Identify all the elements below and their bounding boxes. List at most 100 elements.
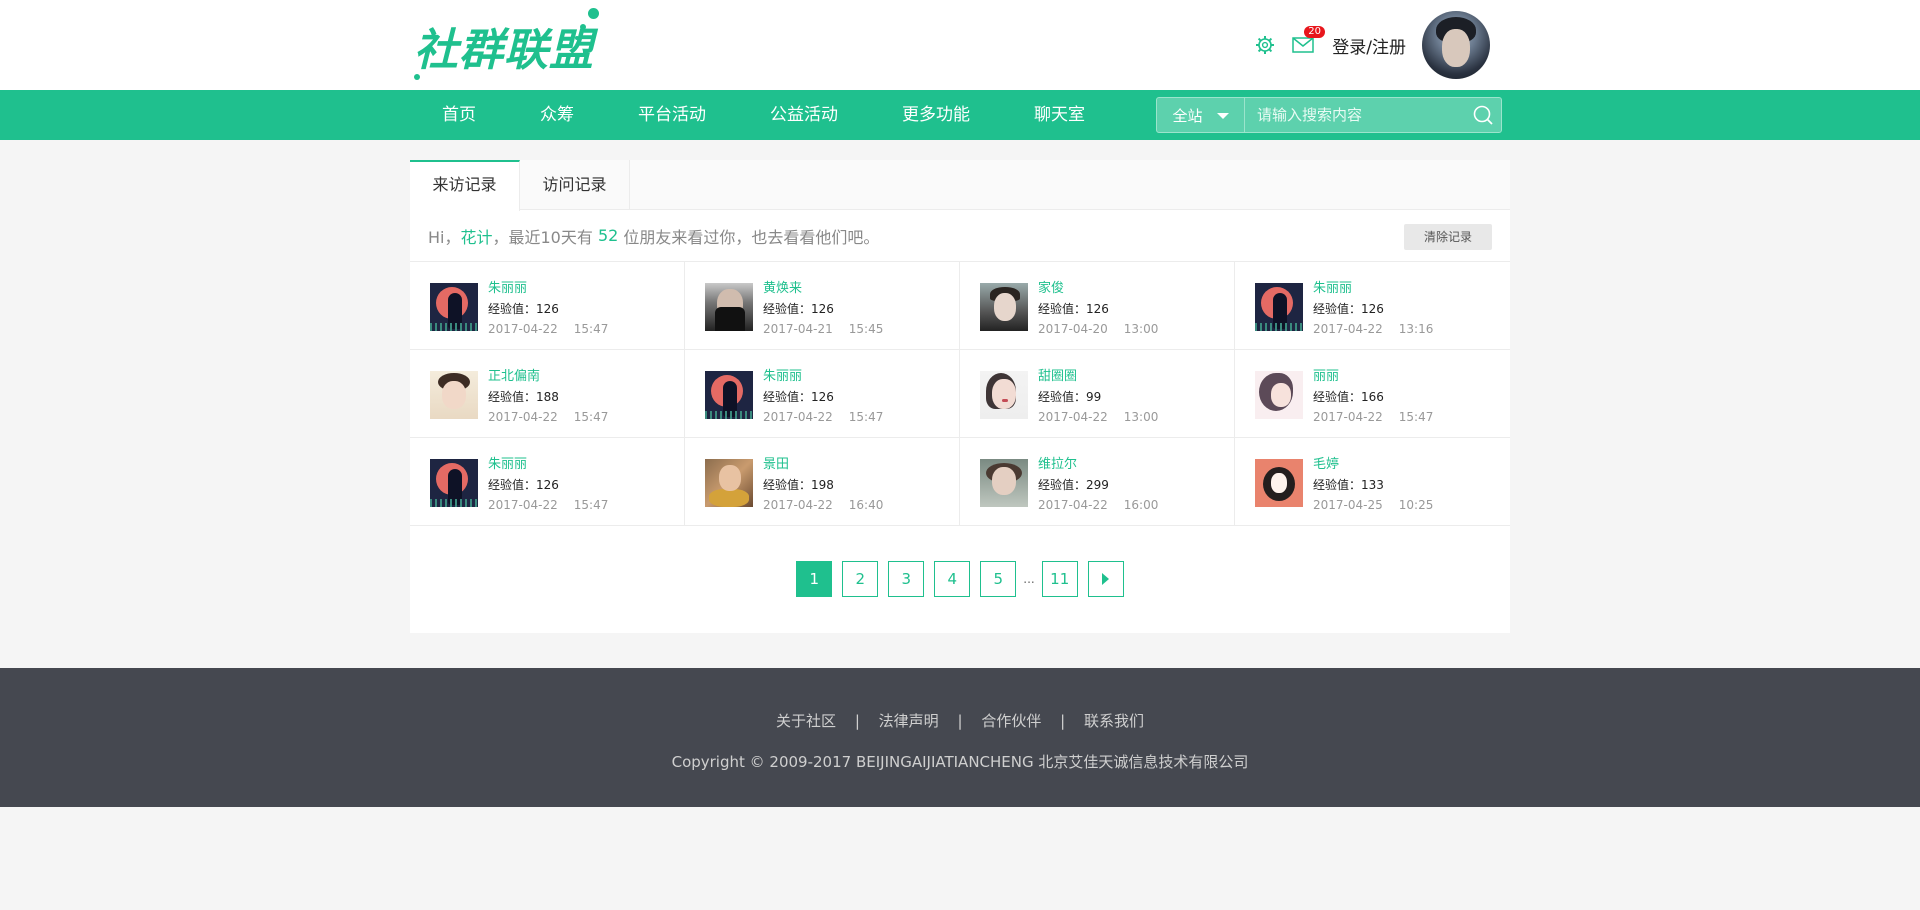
visitor-records-panel: 来访记录 访问记录 Hi， 花计 ，最近10天有 52 位朋友来看过你，也去看看… — [410, 160, 1510, 633]
footer-link-legal[interactable]: 法律声明 — [879, 712, 939, 730]
next-page-button[interactable] — [1087, 561, 1124, 597]
page-button-4[interactable]: 4 — [934, 561, 971, 597]
clear-records-button[interactable]: 清除记录 — [1404, 224, 1492, 250]
visitor-name[interactable]: 甜圈圈 — [1038, 367, 1174, 387]
tab-visit-records[interactable]: 访问记录 — [520, 160, 630, 210]
page-button-3[interactable]: 3 — [888, 561, 925, 597]
visitor-card[interactable]: 朱丽丽经验值：126 2017-04-22 15:47 — [685, 350, 960, 438]
summary-count: 52 — [597, 226, 619, 245]
visit-time: 16:00 — [1123, 498, 1159, 512]
copyright-text: Copyright © 2009-2017 BEIJINGAIJIATIANCH… — [671, 753, 1249, 771]
visitor-exp: 经验值：126 — [763, 390, 834, 404]
settings-icon[interactable] — [1254, 34, 1276, 56]
page-ellipsis: ... — [1023, 572, 1035, 586]
visit-date: 2017-04-22 — [488, 498, 558, 512]
visitor-name[interactable]: 黄焕来 — [763, 279, 899, 299]
visitor-avatar[interactable] — [1255, 371, 1303, 419]
visitor-name[interactable]: 朱丽丽 — [1313, 279, 1449, 299]
nav-item-crowdfunding[interactable]: 众筹 — [508, 90, 606, 140]
search-icon — [1473, 105, 1493, 125]
nav-item-home[interactable]: 首页 — [410, 90, 508, 140]
visitor-avatar[interactable] — [1255, 459, 1303, 507]
visit-date: 2017-04-22 — [1038, 498, 1108, 512]
visit-date: 2017-04-22 — [1038, 410, 1108, 424]
visitor-card[interactable]: 维拉尔 经验值：299 2017-04-22 16:00 — [960, 438, 1235, 526]
visit-datetime: 2017-04-22 15:47 — [488, 319, 624, 339]
page-button-5[interactable]: 5 — [980, 561, 1017, 597]
logo-text: 社群联盟 — [414, 25, 594, 76]
visitor-exp: 经验值：198 — [763, 478, 834, 492]
page-button-2[interactable]: 2 — [842, 561, 879, 597]
tab-visitor-records[interactable]: 来访记录 — [410, 160, 520, 211]
visitor-name[interactable]: 朱丽丽 — [488, 455, 624, 475]
summary-suffix: 位朋友来看过你，也去看看他们吧。 — [618, 227, 880, 247]
visitor-avatar[interactable] — [430, 283, 478, 331]
visitor-card[interactable]: 丽丽 经验值：166 2017-04-22 15:47 — [1235, 350, 1510, 438]
visit-time: 13:16 — [1398, 322, 1434, 336]
visit-date: 2017-04-22 — [763, 410, 833, 424]
search-input[interactable] — [1245, 98, 1465, 132]
visitor-name[interactable]: 维拉尔 — [1038, 455, 1174, 475]
visitor-card[interactable]: 景田 经验值：198 2017-04-22 16:40 — [685, 438, 960, 526]
logo-dot — [580, 24, 586, 30]
visitor-exp: 经验值：126 — [488, 478, 559, 492]
footer-separator: | — [854, 712, 860, 730]
visitor-info: 家俊 经验值：126 2017-04-20 13:00 — [1038, 279, 1174, 339]
page-button-1[interactable]: 1 — [796, 561, 833, 597]
visitor-card[interactable]: 毛婷 经验值：133 2017-04-25 10:25 — [1235, 438, 1510, 526]
nav-item-platform-events[interactable]: 平台活动 — [606, 90, 738, 140]
record-tabs: 来访记录 访问记录 — [410, 160, 1510, 211]
main-nav: 首页 众筹 平台活动 公益活动 更多功能 聊天室 全站 — [0, 90, 1920, 140]
summary-prefix: Hi， — [428, 227, 461, 247]
visitor-card[interactable]: 甜圈圈 经验值：99 2017-04-22 13:00 — [960, 350, 1235, 438]
visit-datetime: 2017-04-22 13:16 — [1313, 319, 1449, 339]
visitor-info: 朱丽丽经验值：126 2017-04-22 15:47 — [763, 367, 899, 427]
footer-link-partners[interactable]: 合作伙伴 — [981, 712, 1041, 730]
login-register-link[interactable]: 登录/注册 — [1332, 33, 1406, 58]
visit-datetime: 2017-04-25 10:25 — [1313, 495, 1449, 515]
user-avatar[interactable] — [1422, 11, 1490, 79]
visit-date: 2017-04-21 — [763, 322, 833, 336]
visitor-name[interactable]: 正北偏南 — [488, 367, 624, 387]
footer-links: 关于社区 | 法律声明 | 合作伙伴 | 联系我们 — [0, 710, 1920, 731]
visitor-avatar[interactable] — [980, 459, 1028, 507]
search-scope-select[interactable]: 全站 — [1157, 98, 1245, 132]
visitor-name[interactable]: 丽丽 — [1313, 367, 1449, 387]
visitor-exp: 经验值：188 — [488, 390, 559, 404]
visitor-avatar[interactable] — [1255, 283, 1303, 331]
visitor-avatar[interactable] — [705, 283, 753, 331]
visit-date: 2017-04-22 — [488, 322, 558, 336]
search-bar: 全站 — [1156, 97, 1502, 133]
visitor-card[interactable]: 朱丽丽 经验值：126 2017-04-22 13:16 — [1235, 262, 1510, 350]
visitor-grid: 朱丽丽 经验值：126 2017-04-22 15:47 黄焕来 经验值：126 2017-… — [410, 262, 1510, 526]
visitor-avatar[interactable] — [980, 283, 1028, 331]
nav-item-more-features[interactable]: 更多功能 — [870, 90, 1002, 140]
visitor-card[interactable]: 朱丽丽 经验值：126 2017-04-22 15:47 — [410, 262, 685, 350]
summary-username[interactable]: 花计 — [460, 224, 492, 248]
visitor-avatar[interactable] — [705, 371, 753, 419]
visitor-card[interactable]: 朱丽丽 经验值：126 2017-04-22 15:47 — [410, 438, 685, 526]
visitor-avatar[interactable] — [705, 459, 753, 507]
visitor-avatar[interactable] — [430, 459, 478, 507]
visitor-avatar[interactable] — [430, 371, 478, 419]
visitor-card[interactable]: 正北偏南 经验值：188 2017-04-22 15:47 — [410, 350, 685, 438]
visitor-name[interactable]: 家俊 — [1038, 279, 1174, 299]
page-button-last[interactable]: 11 — [1041, 561, 1078, 597]
visitor-avatar[interactable] — [980, 371, 1028, 419]
visitor-name[interactable]: 景田 — [763, 455, 899, 475]
visitor-card[interactable]: 家俊 经验值：126 2017-04-20 13:00 — [960, 262, 1235, 350]
visitor-name[interactable]: 朱丽丽 — [488, 279, 624, 299]
search-button[interactable] — [1465, 98, 1501, 132]
visit-time: 13:00 — [1123, 410, 1159, 424]
visitor-name[interactable]: 毛婷 — [1313, 455, 1449, 475]
visitor-name[interactable]: 朱丽丽 — [763, 367, 899, 387]
chevron-right-icon — [1102, 573, 1110, 585]
visit-datetime: 2017-04-22 15:47 — [763, 407, 899, 427]
nav-item-chatroom[interactable]: 聊天室 — [1002, 90, 1117, 140]
site-logo[interactable]: 社群联盟 — [414, 6, 604, 86]
visitor-card[interactable]: 黄焕来 经验值：126 2017-04-21 15:45 — [685, 262, 960, 350]
nav-item-charity-events[interactable]: 公益活动 — [738, 90, 870, 140]
mail-icon[interactable]: 20 — [1292, 26, 1325, 56]
footer-link-contact[interactable]: 联系我们 — [1084, 712, 1144, 730]
footer-link-about[interactable]: 关于社区 — [776, 712, 836, 730]
